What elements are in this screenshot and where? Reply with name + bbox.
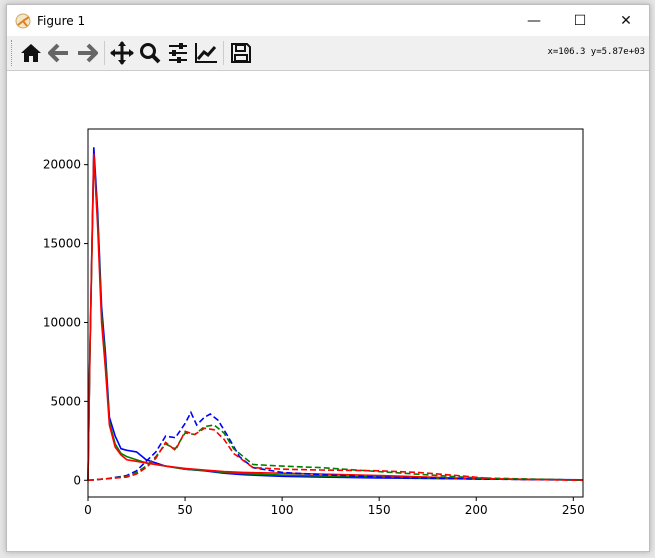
series-line-red-solid: [87, 153, 584, 481]
window-title: Figure 1: [37, 13, 86, 28]
back-icon[interactable]: [45, 39, 73, 67]
cursor-coordinates: x=106.3 y=5.87e+03: [547, 47, 645, 57]
y-tick-label: 0: [73, 473, 81, 487]
edit-axes-icon[interactable]: [192, 39, 220, 67]
figure-canvas[interactable]: 0 50 100 150 200 250 0 5000 10000 15000 20000: [7, 71, 649, 551]
axes-frame: [87, 128, 584, 498]
y-tick-label: 10000: [43, 315, 81, 329]
series-line-green-solid: [87, 156, 584, 481]
y-tick-label: 5000: [50, 394, 81, 408]
title-bar: Figure 1 — ☐ ✕: [7, 5, 649, 36]
minimize-button[interactable]: —: [511, 5, 557, 36]
maximize-button[interactable]: ☐: [557, 5, 603, 36]
series-line-red-dashed: [87, 427, 584, 482]
forward-icon[interactable]: [73, 39, 101, 67]
series-line-green-dashed: [87, 424, 584, 482]
pan-icon[interactable]: [108, 39, 136, 67]
x-tick-label: 0: [84, 503, 92, 517]
close-button[interactable]: ✕: [603, 5, 649, 36]
navigation-toolbar: x=106.3 y=5.87e+03: [7, 36, 649, 71]
figure-window: Figure 1 — ☐ ✕ x=106.3 y=5.87e+03 0 50 100…: [6, 4, 650, 552]
plot-area: 0 50 100 150 200 250 0 5000 10000 15000 20000: [43, 128, 585, 517]
x-tick-label: 100: [271, 503, 294, 517]
x-tick-label: 250: [562, 503, 585, 517]
x-tick-label: 150: [368, 503, 391, 517]
series-line-blue-dashed: [87, 410, 584, 482]
series-line-blue-solid: [87, 147, 584, 481]
x-tick-label: 50: [177, 503, 192, 517]
configure-subplots-icon[interactable]: [164, 39, 192, 67]
matplotlib-app-icon: [15, 13, 31, 28]
zoom-icon[interactable]: [136, 39, 164, 67]
home-icon[interactable]: [17, 39, 45, 67]
y-tick-label: 15000: [43, 237, 81, 251]
y-tick-label: 20000: [43, 158, 81, 172]
save-icon[interactable]: [227, 39, 255, 67]
x-tick-label: 200: [465, 503, 488, 517]
